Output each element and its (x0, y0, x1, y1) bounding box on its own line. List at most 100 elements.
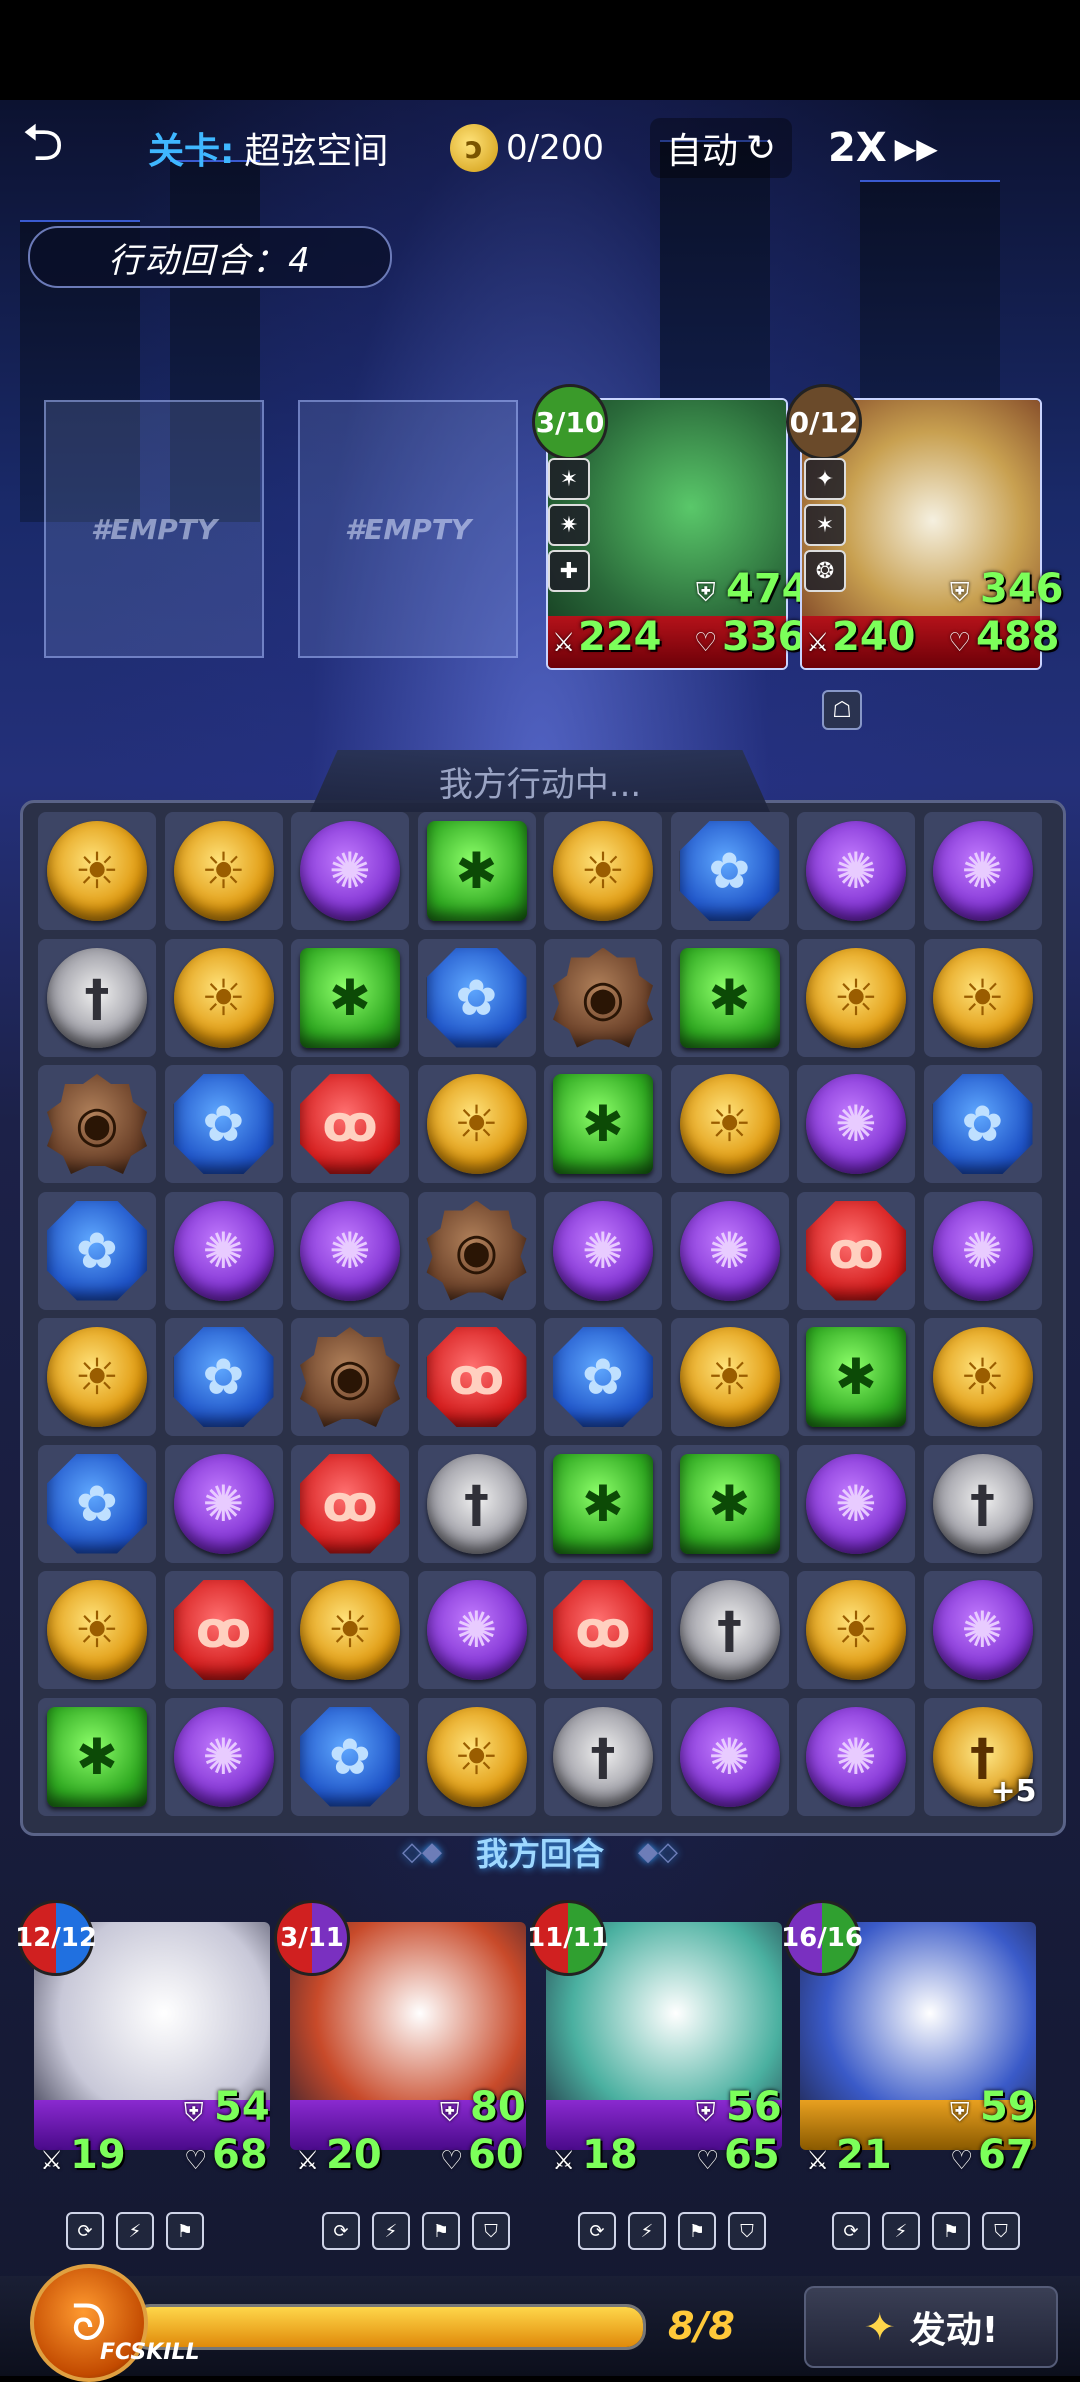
board-cell[interactable]: † (923, 1444, 1042, 1563)
board-cell[interactable]: ✱ (670, 938, 789, 1057)
board-cell[interactable]: † (38, 938, 156, 1057)
board-cell[interactable]: ✺ (291, 1191, 409, 1310)
sword-gem-icon: † (426, 1453, 527, 1554)
board-cell[interactable]: ☀ (164, 938, 283, 1057)
skill-icon: ⟳ (832, 2212, 870, 2250)
purple-gem-icon: ✺ (806, 1074, 906, 1174)
water-gem-icon: ✿ (932, 1074, 1033, 1174)
banner-decoration-left: ◇◆ (401, 1837, 442, 1867)
board-cell[interactable]: † (670, 1571, 789, 1689)
water-gem-icon: ✿ (553, 1327, 653, 1427)
board-cell[interactable]: ✺ (291, 812, 409, 930)
board-cell[interactable]: † +5 (923, 1697, 1042, 1816)
board-cell[interactable]: ◉ (544, 938, 662, 1057)
board-cell[interactable]: ✺ (164, 1444, 283, 1563)
board-cell[interactable]: ꝏ (417, 1318, 536, 1436)
sun-gem-icon: ☀ (426, 1706, 527, 1807)
grid-menu-icon[interactable] (995, 118, 1047, 170)
board-cell[interactable]: ✱ (544, 1065, 662, 1183)
board-cell[interactable]: ☀ (38, 1318, 156, 1436)
banner-decoration-right: ◆◇ (638, 1837, 678, 1867)
board-cell[interactable]: ꝏ (797, 1191, 915, 1310)
board-cell[interactable]: ꝏ (291, 1065, 409, 1183)
shield-icon: ⛨ (440, 2098, 460, 2128)
hero-attack: 21 (836, 2132, 892, 2178)
board-cell[interactable]: ꝏ (164, 1571, 283, 1689)
board-cell[interactable]: ✺ (797, 1697, 915, 1816)
board-cell[interactable]: ◉ (417, 1191, 536, 1310)
attack-icon: ⚔ (552, 2146, 576, 2176)
launch-button[interactable]: ✦ 发动! (804, 2286, 1058, 2368)
board-cell[interactable]: ☀ (670, 1065, 789, 1183)
skill-icon: ✶ (804, 504, 846, 546)
empty-slot-1: #EMPTY (44, 400, 264, 658)
board-cell[interactable]: ✺ (797, 812, 915, 930)
shield-icon: ⛨ (950, 578, 970, 608)
sword-gem-icon: † (932, 1453, 1033, 1554)
skill-icon: ⛉ (728, 2212, 766, 2250)
board-cell[interactable]: ✺ (923, 1571, 1042, 1689)
board-cell[interactable]: ✺ (164, 1191, 283, 1310)
board-cell[interactable]: ◉ (38, 1065, 156, 1183)
board-cell[interactable]: ✱ (544, 1444, 662, 1563)
board-cell[interactable]: † (417, 1444, 536, 1563)
board-cell[interactable]: ✿ (38, 1444, 156, 1563)
board-cell[interactable]: ✺ (164, 1697, 283, 1816)
hero-charge-counter: 12/12 (15, 1900, 97, 1976)
back-arrow-icon[interactable]: ⮌ (22, 113, 82, 178)
board-cell[interactable]: ☀ (38, 1571, 156, 1689)
board-cell[interactable]: ✿ (544, 1318, 662, 1436)
speed-button[interactable]: 2X ▶▶ (828, 118, 938, 178)
board-cell[interactable]: ✺ (797, 1444, 915, 1563)
board-cell[interactable]: ✱ (797, 1318, 915, 1436)
auto-button[interactable]: 自动 ↻ (650, 118, 793, 178)
board-cell[interactable]: ✺ (923, 812, 1042, 930)
enemy-attack: 224 (578, 614, 662, 660)
board-cell[interactable]: ☀ (923, 938, 1042, 1057)
board-cell[interactable]: ✱ (291, 938, 409, 1057)
board-cell[interactable]: ☀ (923, 1318, 1042, 1436)
board-cell[interactable]: ✿ (164, 1065, 283, 1183)
board-cell[interactable]: ☀ (797, 1571, 915, 1689)
board-cell[interactable]: ꝏ (291, 1444, 409, 1563)
board-cell[interactable]: ✺ (670, 1191, 789, 1310)
board-cell[interactable]: † (544, 1697, 662, 1816)
attack-icon: ⚔ (806, 2146, 830, 2176)
board-cell[interactable]: ✺ (797, 1065, 915, 1183)
enemy-attack: 240 (832, 614, 916, 660)
board-cell[interactable]: ☀ (164, 812, 283, 930)
board-cell[interactable]: ☀ (544, 812, 662, 930)
board-cell[interactable]: ✺ (417, 1571, 536, 1689)
board-cell[interactable]: ✺ (670, 1697, 789, 1816)
board-cell[interactable]: ✱ (417, 812, 536, 930)
brown-gem-icon: ◉ (47, 1074, 147, 1174)
board-cell[interactable]: ✿ (164, 1318, 283, 1436)
brown-gem-icon: ◉ (300, 1327, 400, 1427)
board-cell[interactable]: ☀ (417, 1697, 536, 1816)
skill-icon: ⚡ (628, 2212, 666, 2250)
board-cell[interactable]: ✺ (544, 1191, 662, 1310)
shield-icon: ⛨ (950, 2098, 970, 2128)
board-cell[interactable]: ☀ (38, 812, 156, 930)
board-cell[interactable]: ☀ (417, 1065, 536, 1183)
sword-gem-icon: † (47, 947, 147, 1048)
green-gem-icon: ✱ (806, 1327, 906, 1427)
heart-icon: ♡ (440, 2146, 464, 2176)
board-cell[interactable]: ☀ (291, 1571, 409, 1689)
red-gem-icon: ꝏ (300, 1453, 400, 1554)
board-cell[interactable]: ✱ (670, 1444, 789, 1563)
board-cell[interactable]: ☀ (797, 938, 915, 1057)
board-cell[interactable]: ✺ (923, 1191, 1042, 1310)
board-cell[interactable]: ✱ (38, 1697, 156, 1816)
board-cell[interactable]: ꝏ (544, 1571, 662, 1689)
board-cell[interactable]: ✿ (923, 1065, 1042, 1183)
purple-gem-icon: ✺ (300, 1200, 400, 1301)
board-cell[interactable]: ✿ (38, 1191, 156, 1310)
purple-gem-icon: ✺ (553, 1200, 653, 1301)
speed-label: 2X (828, 125, 887, 171)
board-cell[interactable]: ✿ (670, 812, 789, 930)
board-cell[interactable]: ◉ (291, 1318, 409, 1436)
board-cell[interactable]: ✿ (417, 938, 536, 1057)
board-cell[interactable]: ✿ (291, 1697, 409, 1816)
board-cell[interactable]: ☀ (670, 1318, 789, 1436)
